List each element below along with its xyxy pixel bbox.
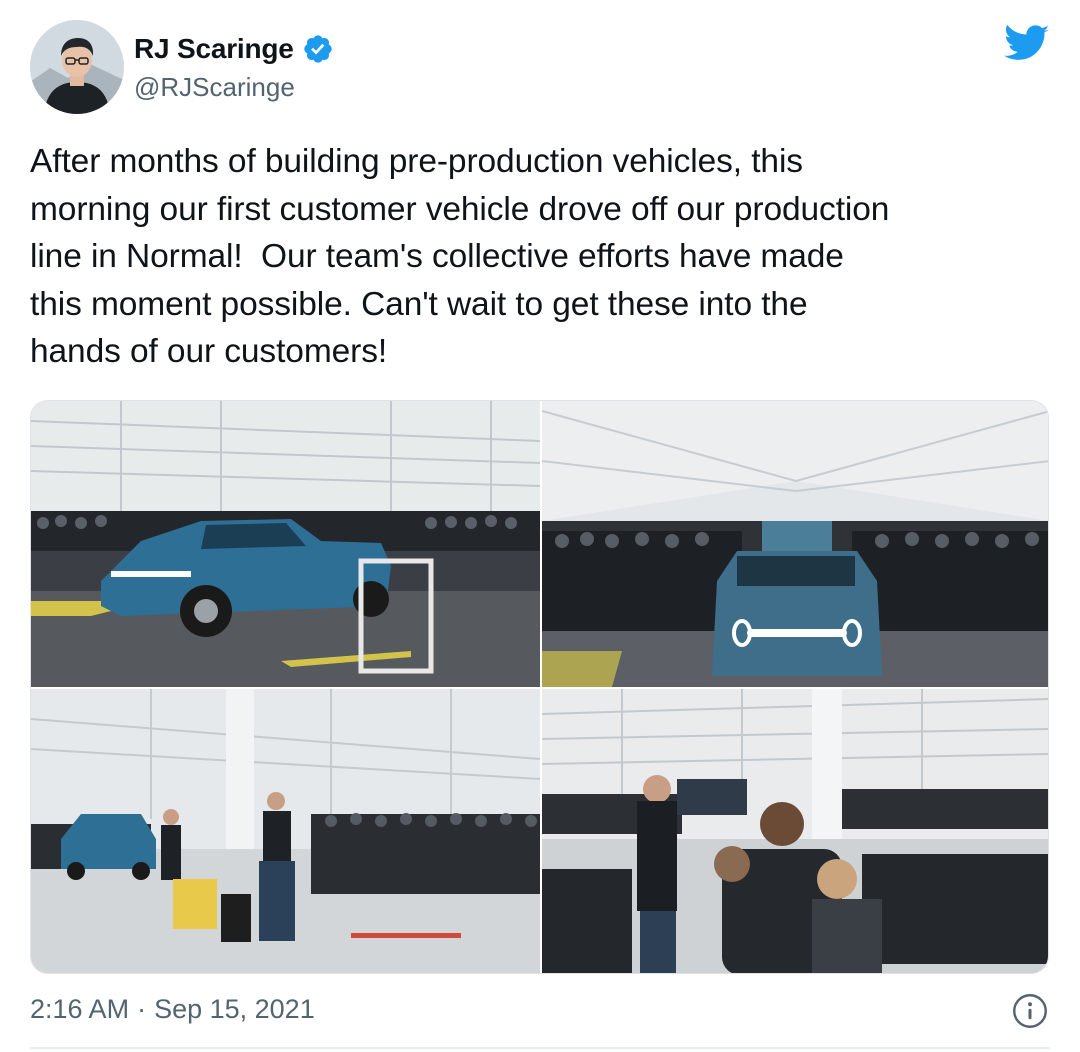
divider (30, 1047, 1050, 1049)
author-display-name[interactable]: RJ Scaringe (134, 33, 294, 65)
photo-3[interactable] (31, 689, 540, 973)
twitter-bird-icon[interactable] (1004, 24, 1050, 64)
tweet-card: RJ Scaringe @RJScaringe After months of … (0, 0, 1080, 1052)
photo-4-image (542, 689, 1048, 973)
author-name-row[interactable]: RJ Scaringe (134, 30, 334, 68)
photo-1-image (31, 401, 540, 687)
photo-4[interactable] (542, 689, 1048, 973)
timestamp-separator: · (137, 994, 147, 1024)
media-grid (30, 400, 1049, 974)
author-handle[interactable]: @RJScaringe (134, 72, 295, 103)
avatar[interactable] (30, 20, 124, 114)
info-icon[interactable] (1012, 993, 1048, 1029)
tweet-date[interactable]: Sep 15, 2021 (154, 994, 315, 1025)
photo-2-image (542, 401, 1048, 687)
photo-1[interactable] (31, 401, 540, 687)
tweet-time[interactable]: 2:16 AM (30, 994, 129, 1025)
tweet-timestamp[interactable]: 2:16 AM · Sep 15, 2021 (30, 994, 315, 1025)
photo-3-image (31, 689, 540, 973)
verified-badge-icon (303, 35, 332, 63)
photo-2[interactable] (542, 401, 1048, 687)
avatar-photo (30, 20, 124, 114)
tweet-text: After months of building pre-production … (30, 143, 890, 370)
